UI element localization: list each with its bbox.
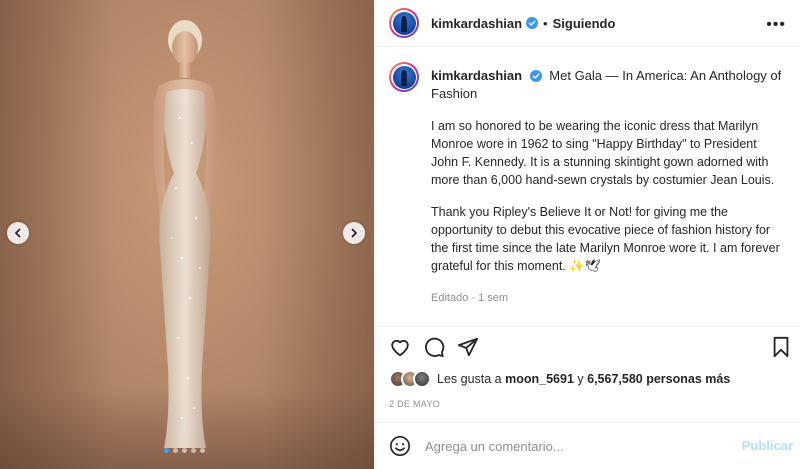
likes-count[interactable]: 6,567,580 personas más	[587, 372, 730, 386]
caption-body: kimkardashian Met Gala — In America: An …	[431, 62, 787, 307]
add-comment-bar: Publicar	[375, 422, 800, 469]
carousel-prev-button[interactable]	[7, 222, 29, 244]
post-date: 2 DE MAYO	[389, 399, 441, 409]
carousel-dot	[182, 448, 187, 453]
caption-paragraph: I am so honored to be wearing the iconic…	[431, 119, 775, 187]
header-separator: •	[543, 15, 548, 31]
action-bar	[375, 326, 800, 366]
chevron-right-icon	[351, 228, 357, 238]
author-avatar[interactable]	[389, 8, 419, 38]
publish-button[interactable]: Publicar	[742, 438, 793, 453]
post-photo[interactable]	[0, 0, 374, 469]
post-header: kimkardashian • Siguiendo •••	[375, 0, 800, 47]
caption-author-username[interactable]: kimkardashian	[431, 68, 522, 83]
likes-connector: y	[577, 372, 584, 386]
caption-author-avatar[interactable]	[389, 62, 419, 92]
likes-summary: Les gusta a moon_5691 y 6,567,580 person…	[389, 370, 730, 388]
likes-first-user[interactable]: moon_5691	[505, 372, 574, 386]
liker-avatar[interactable]	[413, 370, 431, 388]
verified-badge-icon	[526, 17, 539, 29]
post-side-panel: kimkardashian • Siguiendo ••• kimkardash…	[374, 0, 800, 469]
carousel-dot	[200, 448, 205, 453]
comment-icon[interactable]	[423, 336, 445, 358]
heart-icon[interactable]	[389, 336, 411, 358]
carousel-dot	[173, 448, 178, 453]
carousel-dot	[191, 448, 196, 453]
verified-badge-icon	[529, 70, 542, 82]
share-paper-plane-icon[interactable]	[457, 336, 479, 358]
edited-timestamp: Editado · 1 sem	[431, 292, 509, 304]
more-horizontal-icon[interactable]: •••	[766, 16, 786, 34]
likes-prefix: Les gusta a	[437, 372, 502, 386]
following-button[interactable]: Siguiendo	[553, 16, 616, 31]
liker-avatars	[389, 370, 431, 388]
caption-header: kimkardashian Met Gala — In America: An …	[431, 67, 787, 103]
caption-paragraph: Thank you Ripley's Believe It or Not! fo…	[431, 205, 780, 273]
chevron-left-icon	[15, 228, 21, 238]
comment-input[interactable]	[425, 438, 725, 454]
carousel-next-button[interactable]	[343, 222, 365, 244]
carousel-indicator	[164, 448, 205, 453]
bookmark-icon[interactable]	[771, 336, 791, 358]
caption: kimkardashian Met Gala — In America: An …	[389, 62, 787, 307]
likes-text: Les gusta a moon_5691 y 6,567,580 person…	[437, 372, 730, 386]
comments-section: kimkardashian Met Gala — In America: An …	[375, 48, 800, 326]
gown-figure-illustration	[153, 20, 217, 448]
author-username[interactable]: kimkardashian	[431, 16, 522, 31]
carousel-dot	[164, 448, 169, 453]
emoji-smiley-icon[interactable]	[389, 435, 411, 457]
